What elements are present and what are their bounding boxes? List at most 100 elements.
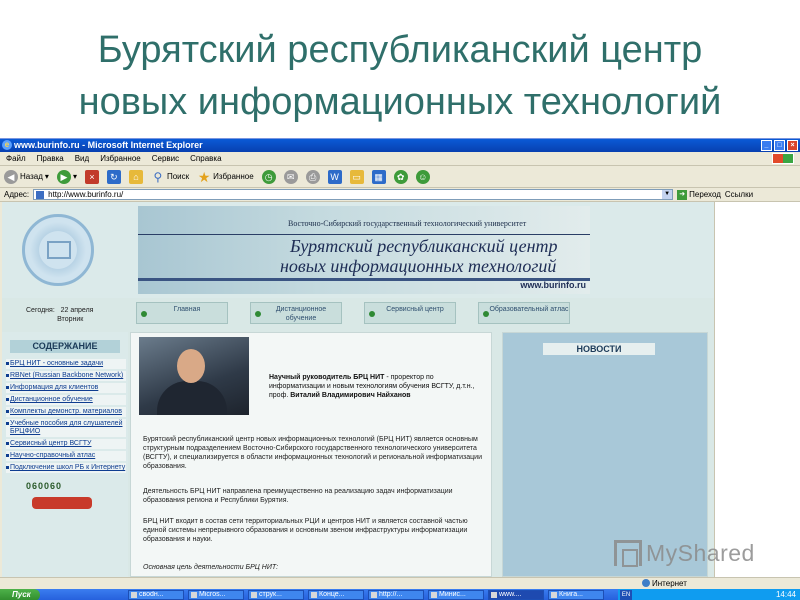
today-label: Сегодня:	[26, 307, 55, 314]
task-icon	[491, 592, 497, 598]
forward-button[interactable]: ▶ ▾	[56, 169, 77, 184]
search-button[interactable]: ⚲ Поиск	[151, 169, 190, 184]
icq-button[interactable]: ✿	[393, 169, 408, 184]
clock: 14:44	[775, 590, 796, 599]
chevron-down-icon[interactable]: ▼	[662, 190, 673, 199]
task-button[interactable]: своdн...	[128, 590, 184, 600]
ie-logo-icon: e	[2, 140, 12, 150]
task-icon	[371, 592, 377, 598]
sidebar-item-distance-learning[interactable]: Дистанционное обучение	[6, 395, 126, 405]
nav-home[interactable]: Главная	[136, 302, 228, 324]
task-label: своdн...	[139, 591, 164, 598]
menu-tools[interactable]: Сервис	[152, 152, 179, 165]
task-icon	[131, 592, 137, 598]
language-indicator[interactable]: EN	[620, 590, 632, 600]
task-button[interactable]: http://...	[368, 590, 424, 600]
sidebar-item-atlas[interactable]: Научно-справочный атлас	[6, 451, 126, 461]
nav-service-center[interactable]: Сервисный центр	[364, 302, 456, 324]
task-button[interactable]: струк...	[248, 590, 304, 600]
task-icon	[191, 592, 197, 598]
favorites-button[interactable]: ★ Избранное	[197, 170, 254, 184]
sidebar-item-schools[interactable]: Подключение школ РБ к Интернету	[6, 463, 126, 473]
history-icon: ◷	[261, 169, 276, 184]
history-button[interactable]: ◷	[261, 169, 276, 184]
research-button[interactable]: ▦	[371, 169, 386, 184]
sidebar-item-rbnet[interactable]: RBNet (Russian Backbone Network)	[6, 371, 126, 381]
menu-help[interactable]: Справка	[190, 152, 221, 165]
bullet-icon	[483, 311, 489, 317]
refresh-button[interactable]: ↻	[106, 169, 121, 184]
site-domain: www.burinfo.ru	[520, 280, 586, 290]
globe-icon	[642, 579, 650, 587]
menu-file[interactable]: Файл	[6, 152, 26, 165]
minimize-button[interactable]: _	[761, 140, 772, 151]
folder-button[interactable]: ▭	[349, 169, 364, 184]
task-button[interactable]: Micros...	[188, 590, 244, 600]
sidebar-item-service-center[interactable]: Сервисный центр ВСГТУ	[6, 439, 126, 449]
nav-distance-learning[interactable]: Дистанционное обучение	[250, 302, 342, 324]
task-label: www....	[499, 591, 522, 598]
page-viewport: Восточно-Сибирский государственный техно…	[2, 202, 714, 577]
back-button[interactable]: ◀ Назад ▾	[4, 169, 49, 184]
forward-arrow-icon: ▶	[56, 169, 71, 184]
zone-label: Интернет	[652, 579, 687, 588]
sidebar-item-clients[interactable]: Информация для клиентов	[6, 383, 126, 393]
start-button[interactable]: Пуск	[0, 589, 40, 600]
task-button[interactable]: Книга...	[548, 590, 604, 600]
university-name: Восточно-Сибирский государственный техно…	[288, 219, 527, 228]
menu-edit[interactable]: Правка	[37, 152, 64, 165]
nav-service-center-label: Сервисный центр	[386, 306, 444, 313]
edit-button[interactable]: W	[327, 169, 342, 184]
mail-button[interactable]: ✉	[283, 169, 298, 184]
menu-view[interactable]: Вид	[75, 152, 89, 165]
address-url: http://www.burinfo.ru/	[48, 190, 124, 199]
sidebar-item-textbooks[interactable]: Учебные пособия для слушателей БРЦФИО	[6, 419, 126, 437]
sidebar-item-tasks[interactable]: БРЦ НИТ - основные задачи	[6, 359, 126, 369]
task-button[interactable]: Минис...	[428, 590, 484, 600]
maximize-button[interactable]: □	[774, 140, 785, 151]
site-banner: Восточно-Сибирский государственный техно…	[138, 206, 590, 294]
intro-paragraph: Бурятский республиканский центр новых ин…	[143, 436, 482, 470]
slide-title-line-1: Бурятский республиканский центр	[97, 29, 703, 71]
director-caption: Научный руководитель БРЦ НИТ - проректор…	[269, 373, 489, 400]
go-button[interactable]: ➜ Переход	[677, 189, 721, 200]
close-button[interactable]: ×	[787, 140, 798, 151]
print-icon: ⎙	[305, 169, 320, 184]
word-icon: W	[327, 169, 342, 184]
windows-flag-icon	[772, 153, 794, 164]
right-blank-area	[714, 202, 800, 577]
address-input[interactable]: http://www.burinfo.ru/ ▼	[33, 189, 674, 200]
chevron-down-icon: ▾	[72, 172, 77, 181]
stop-button[interactable]: ×	[84, 169, 99, 184]
task-button-active[interactable]: www....	[488, 590, 544, 600]
page-icon	[36, 191, 45, 199]
task-label: Книга...	[559, 591, 583, 598]
search-icon: ⚲	[153, 169, 163, 184]
photo-face	[177, 349, 205, 383]
photo-suit	[157, 381, 227, 415]
task-button[interactable]: Конце...	[308, 590, 364, 600]
goal-heading: Основная цель деятельности БРЦ НИТ:	[143, 564, 279, 571]
bullet-icon	[369, 311, 375, 317]
task-label: струк...	[259, 591, 282, 598]
links-button[interactable]: Ссылки	[725, 190, 753, 199]
sidebar-item-demo-materials[interactable]: Комплекты демонстр. материалов	[6, 407, 126, 417]
slide-title-line-2: новых информационных технологий	[78, 81, 722, 123]
messenger-icon: ☺	[415, 169, 430, 184]
menu-favorites[interactable]: Избранное	[100, 152, 141, 165]
director-title: Научный руководитель БРЦ НИТ	[269, 374, 385, 381]
window-titlebar[interactable]: e www.burinfo.ru - Microsoft Internet Ex…	[0, 139, 800, 152]
task-label: http://...	[379, 591, 403, 598]
site-logo[interactable]	[22, 214, 94, 286]
go-label: Переход	[689, 190, 721, 199]
nav-education-atlas[interactable]: Образовательный атлас	[478, 302, 570, 324]
home-icon: ⌂	[128, 169, 143, 184]
watermark: MyShared	[612, 538, 782, 572]
print-button[interactable]: ⎙	[305, 169, 320, 184]
date-block: Сегодня: 22 апреля Вторник	[26, 306, 93, 324]
taskbar: Пуск своdн... Micros... струк... Конце..…	[0, 589, 800, 600]
counter-badge[interactable]	[32, 497, 92, 509]
home-button[interactable]: ⌂	[128, 169, 143, 184]
window-title: www.burinfo.ru - Microsoft Internet Expl…	[14, 140, 203, 150]
messenger-button[interactable]: ☺	[415, 169, 430, 184]
